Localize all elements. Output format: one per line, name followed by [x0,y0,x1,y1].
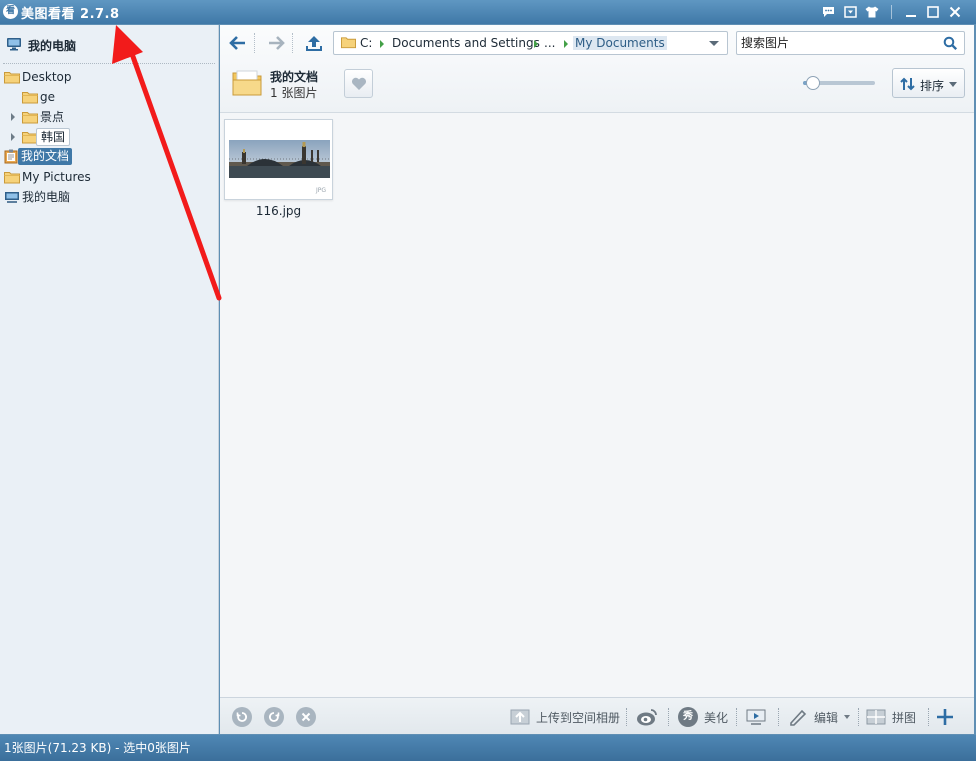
slideshow-button[interactable] [746,708,766,726]
expand-icon[interactable] [11,113,15,121]
thumbnail-filename[interactable]: 116.jpg [224,204,333,218]
beautify-label: 美化 [704,710,729,725]
tree-item-my-documents[interactable]: 我的文档 [0,147,218,167]
current-folder-name: 我的文档 [270,70,319,84]
upload-album-label: 上传到空间相册 [536,710,621,725]
folder-tree-panel: 我的电脑 Desktop ge 景点 韩国 我的文档 My Pictures 我… [0,25,219,734]
heart-icon [351,77,366,90]
zoom-slider-handle[interactable] [806,76,821,90]
menu-icon[interactable] [839,3,861,21]
weibo-icon [637,709,657,726]
breadcrumb-arrow-icon[interactable] [380,40,384,48]
toolbar-separator [858,708,859,726]
beautify-button[interactable]: 秀 美化 [678,707,729,727]
computer-icon [4,190,20,210]
edit-button[interactable]: 编辑 [788,708,851,726]
xiu-icon: 秀 [678,707,698,727]
sort-button[interactable]: 排序 [892,68,965,98]
tree-item-label: 我的电脑 [22,190,71,204]
close-icon[interactable] [944,3,966,21]
breadcrumb-arrow-icon[interactable] [534,40,538,48]
tree-item-label: Desktop [22,70,72,84]
tree-item-desktop[interactable]: Desktop [0,67,218,87]
file-type-label: JPG [315,187,326,194]
toolbar-separator [254,33,255,53]
weibo-share-button[interactable] [636,708,660,726]
title-bar: 看 美图看看 2.7.8 [0,0,976,24]
tree-header-title: 我的电脑 [28,39,77,53]
bridge-photo [229,140,330,178]
tree-item-label: 我的文档 [18,148,73,165]
collage-label: 拼图 [892,710,917,725]
slideshow-icon [746,709,766,725]
bottom-toolbar: 上传到空间相册 秀 美化 编辑 拼图 [220,697,974,734]
sort-label: 排序 [920,79,945,93]
app-logo-icon: 看 [3,4,18,19]
chevron-down-icon[interactable] [709,41,719,46]
image-thumbnail[interactable]: JPG [224,119,333,200]
title-separator [891,5,892,19]
collage-icon [866,709,886,725]
breadcrumb-ellipsis[interactable]: ... [544,36,555,50]
toolbar-separator [928,708,929,726]
folder-tree: Desktop ge 景点 韩国 我的文档 My Pictures 我的电脑 [0,67,218,207]
current-folder-icon [232,69,262,100]
status-text: 1张图片(71.23 KB) - 选中0张图片 [4,741,191,755]
search-input[interactable] [741,34,936,52]
toolbar-separator [626,708,627,726]
favorite-button[interactable] [344,69,373,98]
app-title: 美图看看 2.7.8 [21,7,120,22]
tree-item-hanguo[interactable]: 韩国 [0,127,218,147]
chevron-down-icon[interactable] [844,715,851,719]
zoom-slider[interactable] [803,76,875,90]
top-toolbar: C: Documents and Settings ... My Documen… [220,25,974,113]
address-bar[interactable]: C: Documents and Settings ... My Documen… [333,31,728,55]
up-folder-button[interactable] [302,32,326,54]
search-box[interactable] [736,31,965,55]
search-icon[interactable] [943,36,958,54]
back-button[interactable] [226,32,250,54]
forward-button[interactable] [264,32,288,54]
upload-album-button[interactable]: 上传到空间相册 [510,708,620,726]
rotate-right-button[interactable] [264,707,284,727]
collage-button[interactable]: 拼图 [866,708,916,726]
main-panel: C: Documents and Settings ... My Documen… [220,25,974,734]
tree-item-ge[interactable]: ge [0,87,218,107]
add-button[interactable] [936,708,954,726]
rotate-left-button[interactable] [232,707,252,727]
folder-icon [341,36,356,52]
breadcrumb-drive[interactable]: C: [360,36,372,50]
tree-item-my-pictures[interactable]: My Pictures [0,167,218,187]
status-bar: 1张图片(71.23 KB) - 选中0张图片 [0,735,976,761]
edit-icon [790,709,807,726]
minimize-icon[interactable] [900,3,922,21]
tree-item-label: 景点 [40,110,65,124]
skin-icon[interactable] [861,3,883,21]
tree-item-label: ge [40,90,55,104]
sort-icon [900,77,916,94]
breadcrumb-current[interactable]: My Documents [573,36,667,50]
current-folder-count: 1 张图片 [270,86,318,100]
toolbar-separator [778,708,779,726]
computer-icon [6,37,22,54]
toolbar-separator [292,33,293,53]
tree-item-jingdian[interactable]: 景点 [0,107,218,127]
maximize-icon[interactable] [922,3,944,21]
toolbar-separator [736,708,737,726]
expand-icon[interactable] [11,133,15,141]
edit-label: 编辑 [814,710,839,725]
chat-icon[interactable] [817,3,839,21]
tree-item-my-computer[interactable]: 我的电脑 [0,187,218,207]
chevron-down-icon [949,82,957,87]
tree-item-label: My Pictures [22,170,91,184]
tree-item-label: 韩国 [36,128,71,146]
breadcrumb-arrow-icon[interactable] [564,40,568,48]
tree-header: 我的电脑 [3,25,215,64]
breadcrumb-documents-settings[interactable]: Documents and Settings [392,36,540,50]
plus-icon [937,709,953,725]
upload-icon [510,709,530,725]
toolbar-separator [668,708,669,726]
delete-button[interactable] [296,707,316,727]
